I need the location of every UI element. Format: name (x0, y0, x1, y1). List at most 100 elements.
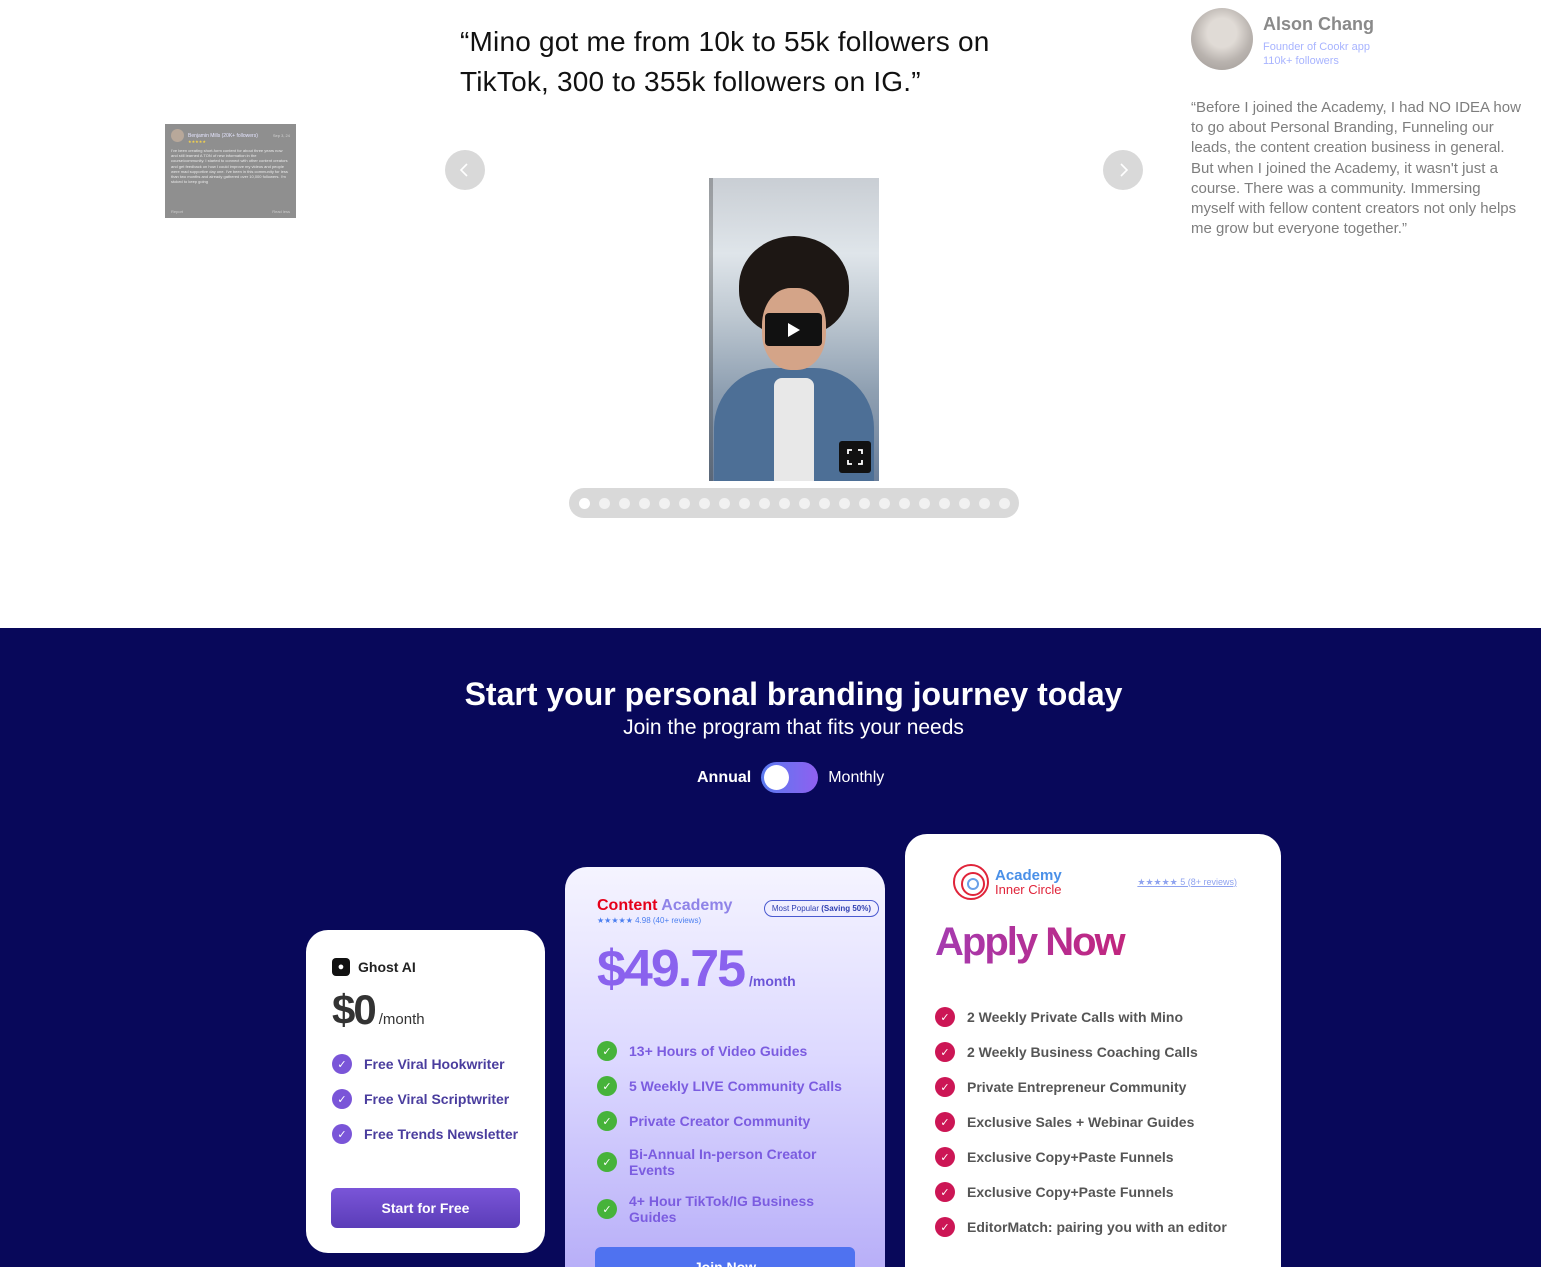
feature-label: Private Creator Community (629, 1113, 811, 1129)
billing-toggle-row: Annual Monthly (697, 762, 884, 793)
feature-label: Exclusive Copy+Paste Funnels (967, 1149, 1174, 1165)
check-icon: ✓ (597, 1041, 617, 1061)
plan-rating-link[interactable]: ★★★★★ 5 (8+ reviews) (1137, 877, 1237, 888)
plan-card-content-academy: Content Academy ★★★★★ 4.98 (40+ reviews)… (565, 867, 885, 1267)
feature-label: Bi-Annual In-person Creator Events (629, 1146, 817, 1178)
video-person-shirt (774, 378, 814, 481)
fullscreen-button[interactable] (839, 441, 871, 473)
carousel-prev-button[interactable] (445, 150, 485, 190)
carousel-dot[interactable] (898, 497, 910, 509)
feature-list: ✓ 2 Weekly Private Calls with Mino ✓ 2 Week… (935, 1007, 1251, 1237)
carousel-dot[interactable] (678, 497, 690, 509)
chevron-left-icon (459, 163, 468, 177)
carousel-dot[interactable] (878, 497, 890, 509)
badge-label: Most Popular (771, 904, 822, 913)
feature-item: ✓ Free Viral Hookwriter (332, 1054, 519, 1074)
chevron-right-icon (1120, 163, 1129, 177)
carousel-next-button[interactable] (1103, 150, 1143, 190)
carousel-dot[interactable] (698, 497, 710, 509)
plan-name: ● Ghost AI (332, 958, 519, 976)
carousel-dot[interactable] (918, 497, 930, 509)
logo-text-academy: Academy (995, 866, 1062, 884)
profile-role: Founder of Cookr app (1263, 41, 1371, 53)
join-now-button[interactable]: Join Now (595, 1247, 855, 1267)
monthly-label[interactable]: Monthly (828, 769, 884, 787)
avatar (171, 129, 184, 142)
feature-item: ✓ 2 Weekly Business Coaching Calls (935, 1042, 1251, 1062)
carousel-dot[interactable] (578, 497, 590, 509)
carousel-dot[interactable] (598, 497, 610, 509)
apply-now-heading[interactable]: Apply Now (935, 920, 1251, 965)
feature-label: Free Viral Hookwriter (364, 1056, 505, 1072)
carousel-dot[interactable] (778, 497, 790, 509)
plan-rating[interactable]: ★★★★★ 4.98 (40+ reviews) (597, 916, 732, 925)
play-button[interactable] (765, 313, 822, 346)
feature-label: 2 Weekly Business Coaching Calls (967, 1044, 1198, 1060)
billing-toggle[interactable] (761, 762, 819, 793)
testimonials-section: “Mino got me from 10k to 55k followers o… (0, 0, 1541, 628)
check-icon: ✓ (935, 1182, 955, 1202)
toggle-knob (764, 765, 790, 790)
check-icon: ✓ (597, 1152, 617, 1172)
feature-item: ✓ Bi-Annual In-person Creator Events (597, 1146, 853, 1178)
profile-followers: 110k+ followers (1263, 55, 1339, 67)
start-for-free-button[interactable]: Start for Free (331, 1188, 520, 1228)
annual-label[interactable]: Annual (697, 769, 751, 787)
carousel-dot[interactable] (978, 497, 990, 509)
carousel-dot[interactable] (718, 497, 730, 509)
review-body: I've been creating short-form content fo… (171, 148, 288, 185)
fullscreen-icon (847, 449, 863, 465)
most-popular-badge: Most Popular (Saving 50%) (763, 900, 879, 917)
feature-label: Exclusive Sales + Webinar Guides (967, 1114, 1195, 1130)
check-icon: ✓ (935, 1042, 955, 1062)
feature-label: Private Entrepreneur Community (967, 1079, 1187, 1095)
feature-item: ✓ EditorMatch: pairing you with an editor (935, 1217, 1251, 1237)
review-footer: Report Read less (171, 209, 290, 214)
plan-name-label: Ghost AI (358, 959, 416, 975)
feature-label: Exclusive Copy+Paste Funnels (967, 1184, 1174, 1200)
check-icon: ✓ (935, 1007, 955, 1027)
carousel-dot[interactable] (818, 497, 830, 509)
testimonial-quote: “Mino got me from 10k to 55k followers o… (460, 26, 990, 97)
feature-list: ✓ Free Viral Hookwriter ✓ Free Viral Script… (332, 1054, 519, 1144)
carousel-dot[interactable] (998, 497, 1010, 509)
reviewer-name: Benjamin Mills (20K+ followers) (188, 132, 258, 139)
carousel-dot[interactable] (758, 497, 770, 509)
plan-name-part-1: Content (597, 897, 658, 914)
price-amount: $0 (332, 986, 377, 1033)
carousel-dot[interactable] (738, 497, 750, 509)
pricing-subtitle: Join the program that fits your needs (623, 716, 964, 739)
pricing-section: Start your personal branding journey tod… (0, 628, 1541, 1267)
testimonial-profile: Alson Chang Founder of Cookr app 110k+ f… (1191, 8, 1374, 70)
profile-testimonial-paragraph: But when I joined the Academy, it wasn't… (1191, 159, 1517, 238)
review-date: Sep 3, 24 (272, 133, 290, 138)
carousel-dot[interactable] (638, 497, 650, 509)
carousel-dot[interactable] (658, 497, 670, 509)
carousel-pagination (569, 488, 1019, 518)
carousel-dot[interactable] (798, 497, 810, 509)
play-icon (787, 322, 800, 337)
review-card[interactable]: Benjamin Mills (20K+ followers) Sep 3, 2… (165, 124, 296, 218)
review-stars: ★★★★★ (188, 139, 206, 144)
read-less-link[interactable]: Read less (272, 209, 290, 214)
feature-label: 4+ Hour TikTok/IG Business Guides (629, 1193, 815, 1225)
feature-item: ✓ Exclusive Copy+Paste Funnels (935, 1182, 1251, 1202)
profile-testimonial-text: “Before I joined the Academy, I had NO I… (1191, 98, 1526, 239)
testimonial-video[interactable] (709, 178, 879, 481)
feature-item: ✓ Free Trends Newsletter (332, 1124, 519, 1144)
check-icon: ✓ (597, 1199, 617, 1219)
carousel-dot[interactable] (938, 497, 950, 509)
plan-card-ghost-ai: ● Ghost AI $0 /month ✓ Free Viral Hookwri… (306, 930, 545, 1253)
badge-saving: (Saving 50%) (821, 904, 871, 913)
feature-label: 13+ Hours of Video Guides (629, 1043, 808, 1059)
report-link[interactable]: Report (171, 209, 183, 214)
pricing-title: Start your personal branding journey tod… (464, 676, 1123, 712)
carousel-dot[interactable] (618, 497, 630, 509)
carousel-dot[interactable] (858, 497, 870, 509)
check-icon: ✓ (597, 1076, 617, 1096)
carousel-dot[interactable] (958, 497, 970, 509)
check-icon: ✓ (935, 1112, 955, 1132)
carousel-dot[interactable] (838, 497, 850, 509)
plan-name-part-2: Academy (657, 897, 733, 914)
check-icon: ✓ (935, 1077, 955, 1097)
